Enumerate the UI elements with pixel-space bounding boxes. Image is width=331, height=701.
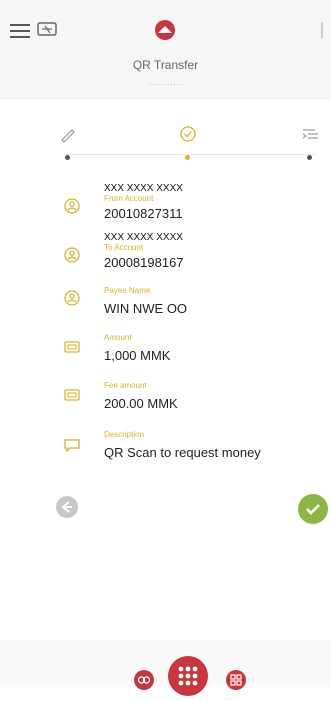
step-dot [65, 155, 70, 160]
step-complete [298, 124, 322, 164]
step-confirm [176, 124, 200, 164]
field-label: Payee Name [104, 286, 151, 295]
arrow-left-icon [61, 501, 72, 513]
field-label: To Account [104, 243, 144, 252]
field-value: 200.00 MMK [104, 396, 178, 411]
nav-menu-button[interactable] [168, 656, 208, 696]
list-arrow-icon [300, 124, 320, 144]
step-dot [185, 155, 190, 160]
money-icon [62, 385, 82, 405]
field-value: WIN NWE OO [104, 301, 188, 316]
money-icon [62, 337, 82, 357]
field-value: 1,000 MMK [104, 348, 171, 363]
grid-dots-icon [178, 666, 198, 686]
more-icon[interactable] [321, 22, 329, 38]
nav-transfer-button[interactable] [134, 670, 154, 690]
field-label: From Account [104, 194, 154, 203]
step-edit [56, 124, 80, 164]
bottom-nav [0, 640, 331, 687]
language-icon[interactable] [36, 20, 60, 40]
check-circle-icon [178, 124, 198, 144]
account-icon [62, 196, 82, 216]
pencil-icon [58, 124, 78, 144]
field-label: Amount [104, 333, 132, 342]
header: QR Transfer ........... [0, 0, 331, 100]
title-underline: ........... [147, 78, 184, 87]
back-button[interactable] [56, 496, 78, 518]
transfer-icon [137, 676, 151, 684]
field-value: 20010827311 [104, 206, 183, 221]
qr-code-icon [230, 674, 242, 686]
masked-account: XXX XXXX XXXX [104, 183, 183, 194]
field-value: QR Scan to request money [104, 445, 261, 460]
app-frame [4, 4, 326, 683]
bank-logo [154, 19, 176, 41]
step-indicator [0, 118, 331, 164]
step-dot [307, 155, 312, 160]
confirm-button[interactable] [298, 494, 328, 524]
field-label: Description [104, 430, 145, 439]
field-value: 20008198167 [104, 255, 184, 270]
chat-icon [62, 435, 82, 455]
menu-icon[interactable] [10, 24, 30, 38]
masked-account: XXX XXXX XXXX [104, 232, 183, 243]
account-icon [62, 245, 82, 265]
page-title: QR Transfer [132, 58, 199, 72]
check-icon [306, 504, 320, 515]
field-label: Fee amount [104, 381, 147, 390]
nav-qr-button[interactable] [226, 670, 246, 690]
user-icon [62, 288, 82, 308]
